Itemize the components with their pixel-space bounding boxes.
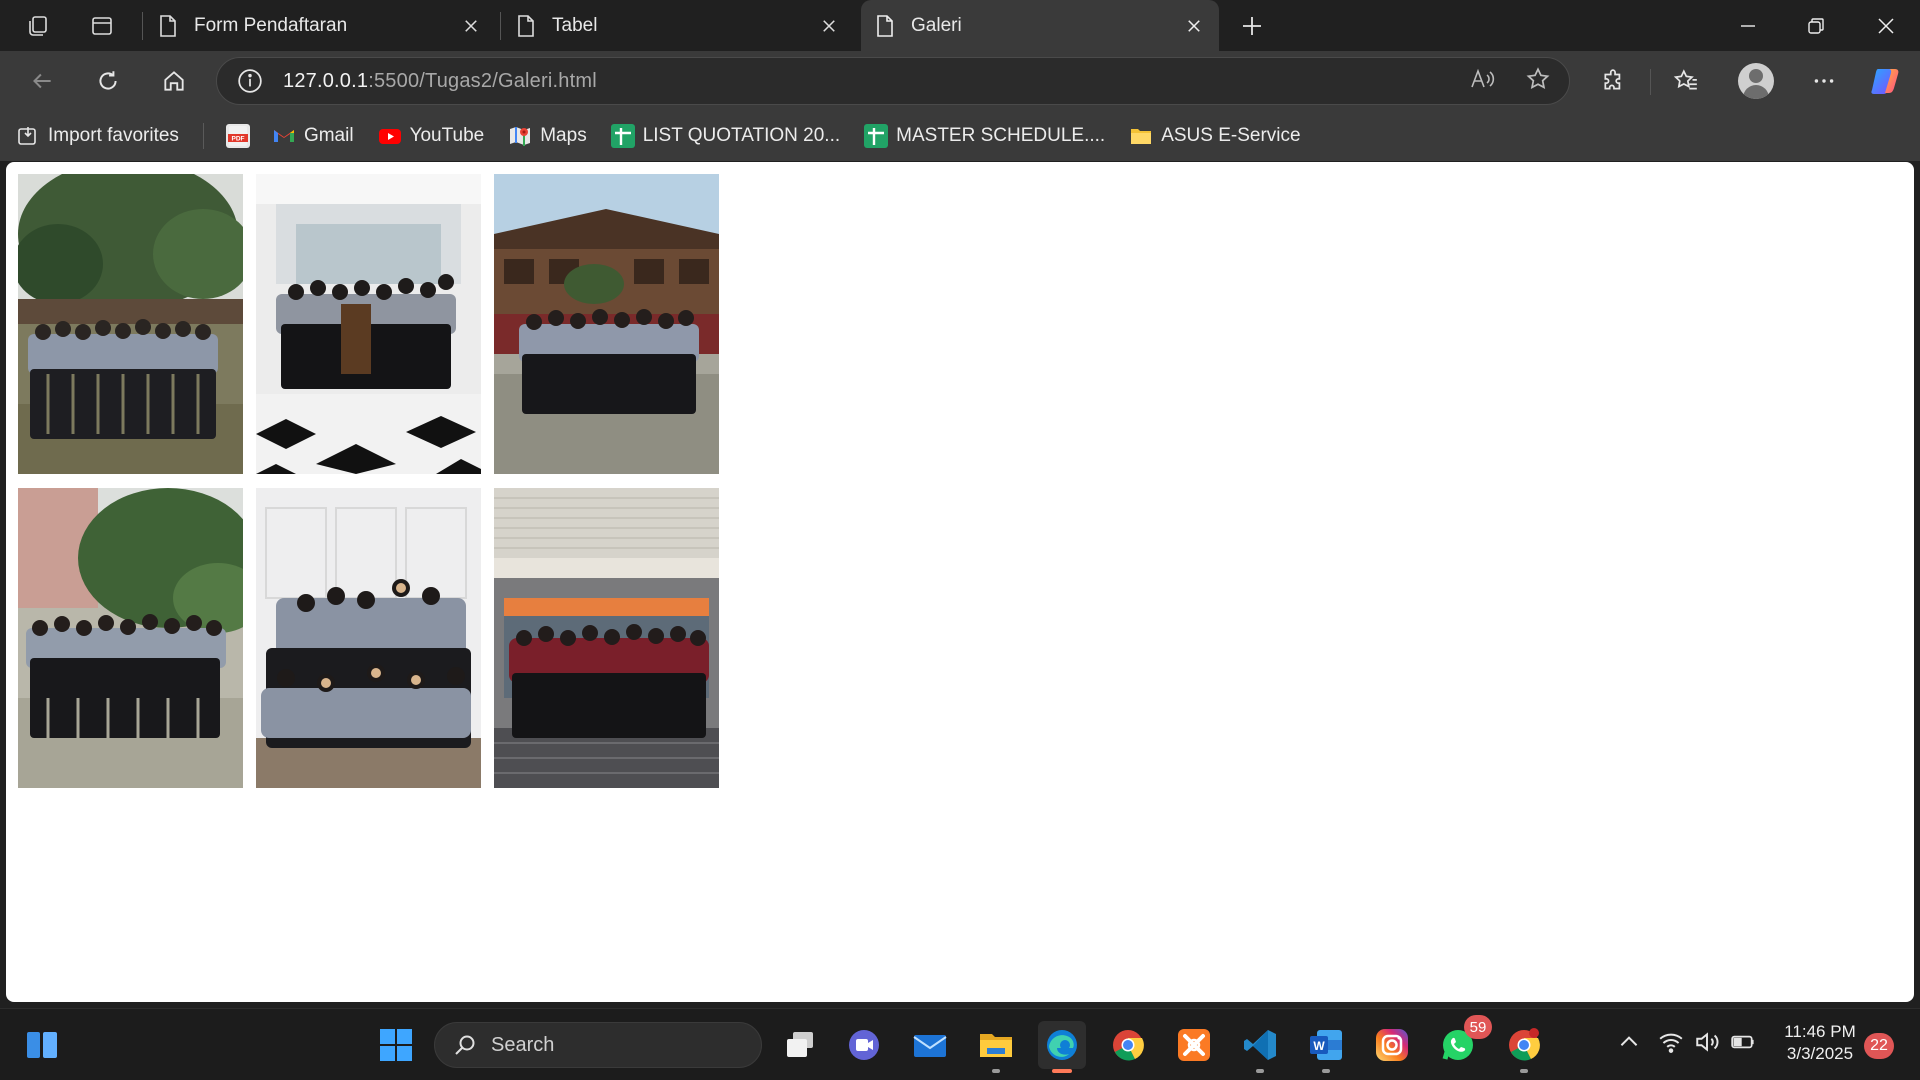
- gallery-photo[interactable]: [256, 174, 481, 474]
- page-icon: [518, 14, 534, 37]
- favorite-youtube[interactable]: YouTube: [378, 124, 484, 148]
- pdf-icon: PDF: [225, 124, 250, 148]
- whatsapp-icon[interactable]: 59: [1434, 1015, 1492, 1069]
- favorite-star-icon[interactable]: [1525, 66, 1551, 92]
- refresh-button[interactable]: [88, 61, 128, 101]
- chrome-profile-icon[interactable]: [1500, 1021, 1548, 1073]
- folder-icon: [1129, 124, 1153, 148]
- windows-taskbar: Search W 59 11:46 PM 3/3/2025 22: [0, 1008, 1920, 1080]
- tab-tabel[interactable]: Tabel: [502, 0, 854, 51]
- extensions-icon[interactable]: [1594, 61, 1634, 101]
- address-bar[interactable]: 127.0.0.1:5500/Tugas2/Galeri.html: [216, 57, 1570, 105]
- tab-title: Tabel: [552, 14, 598, 36]
- workspaces-icon[interactable]: [14, 0, 62, 51]
- wifi-icon[interactable]: [1658, 1029, 1684, 1055]
- sheets-icon: [610, 124, 635, 148]
- gallery-photo[interactable]: [256, 488, 481, 788]
- favorites-icon[interactable]: [1666, 61, 1706, 101]
- mail-icon[interactable]: [906, 1021, 954, 1069]
- favorite-import[interactable]: Import favorites: [16, 124, 179, 148]
- widgets-icon[interactable]: [18, 1021, 66, 1069]
- gallery-photo[interactable]: [494, 488, 719, 788]
- notification-badge[interactable]: 22: [1864, 1033, 1894, 1059]
- favorite-maps[interactable]: Maps: [508, 124, 587, 148]
- tab-form-pendaftaran[interactable]: Form Pendaftaran: [144, 0, 496, 51]
- url-text: 127.0.0.1:5500/Tugas2/Galeri.html: [283, 69, 597, 92]
- info-icon[interactable]: [237, 68, 263, 94]
- page-icon: [160, 14, 176, 37]
- gmail-icon: [272, 124, 296, 148]
- task-view-icon[interactable]: [776, 1021, 824, 1069]
- search-placeholder: Search: [491, 1033, 555, 1056]
- edge-browser-icon[interactable]: [1038, 1021, 1086, 1073]
- whatsapp-badge: 59: [1464, 1015, 1492, 1039]
- chevron-up-icon[interactable]: [1616, 1029, 1642, 1055]
- maps-icon: [508, 124, 532, 148]
- close-icon[interactable]: [460, 15, 482, 37]
- minimize-button[interactable]: [1714, 0, 1782, 51]
- favorite-pdf[interactable]: PDF: [225, 124, 258, 148]
- copilot-icon[interactable]: [1868, 63, 1904, 99]
- tab-actions-icon[interactable]: [78, 0, 126, 51]
- close-icon[interactable]: [818, 15, 840, 37]
- teams-chat-icon[interactable]: [840, 1021, 888, 1069]
- favorite-asus-eservice[interactable]: ASUS E-Service: [1129, 124, 1301, 148]
- file-explorer-icon[interactable]: [972, 1021, 1020, 1073]
- tab-galeri[interactable]: Galeri: [861, 0, 1219, 51]
- profile-avatar[interactable]: [1738, 63, 1774, 99]
- clock-time: 11:46 PM: [1784, 1022, 1856, 1041]
- photo-gallery: [18, 174, 719, 788]
- favorites-bar: Import favorites PDF Gmail YouTube Maps …: [0, 111, 1920, 161]
- favorite-master-schedule[interactable]: MASTER SCHEDULE....: [864, 124, 1105, 148]
- favorite-gmail[interactable]: Gmail: [272, 124, 354, 148]
- search-icon: [455, 1035, 475, 1055]
- start-button[interactable]: [372, 1021, 420, 1069]
- sheets-icon: [864, 124, 889, 148]
- tab-title: Form Pendaftaran: [194, 14, 348, 36]
- restore-button[interactable]: [1782, 0, 1850, 51]
- svg-text:PDF: PDF: [231, 136, 244, 143]
- browser-toolbar: 127.0.0.1:5500/Tugas2/Galeri.html: [0, 51, 1920, 111]
- svg-text:W: W: [1313, 1039, 1325, 1053]
- close-icon[interactable]: [1183, 15, 1205, 37]
- favorite-list-quotation[interactable]: LIST QUOTATION 20...: [610, 124, 840, 148]
- gallery-photo[interactable]: [18, 174, 243, 474]
- gallery-photo[interactable]: [18, 488, 243, 788]
- tab-strip: Form Pendaftaran Tabel Galeri: [0, 0, 1920, 51]
- taskbar-search[interactable]: Search: [434, 1022, 762, 1068]
- youtube-icon: [378, 124, 402, 148]
- read-aloud-icon[interactable]: [1469, 66, 1495, 92]
- gallery-photo[interactable]: [494, 174, 719, 474]
- new-tab-button[interactable]: [1228, 0, 1276, 51]
- page-icon: [877, 14, 893, 37]
- volume-icon[interactable]: [1694, 1029, 1720, 1055]
- system-clock[interactable]: 11:46 PM 3/3/2025: [1780, 1021, 1860, 1065]
- vscode-icon[interactable]: [1236, 1021, 1284, 1073]
- word-icon[interactable]: W: [1302, 1021, 1350, 1073]
- import-icon: [16, 124, 40, 148]
- tab-title: Galeri: [911, 14, 962, 36]
- more-options-icon[interactable]: [1804, 61, 1844, 101]
- instagram-icon[interactable]: [1368, 1021, 1416, 1069]
- back-button[interactable]: [22, 61, 62, 101]
- clock-date: 3/3/2025: [1786, 1044, 1854, 1063]
- battery-icon[interactable]: [1730, 1029, 1756, 1055]
- home-button[interactable]: [154, 61, 194, 101]
- close-window-button[interactable]: [1852, 0, 1920, 51]
- page-viewport: [6, 162, 1914, 1002]
- chrome-icon[interactable]: [1104, 1021, 1152, 1069]
- xampp-icon[interactable]: [1170, 1021, 1218, 1069]
